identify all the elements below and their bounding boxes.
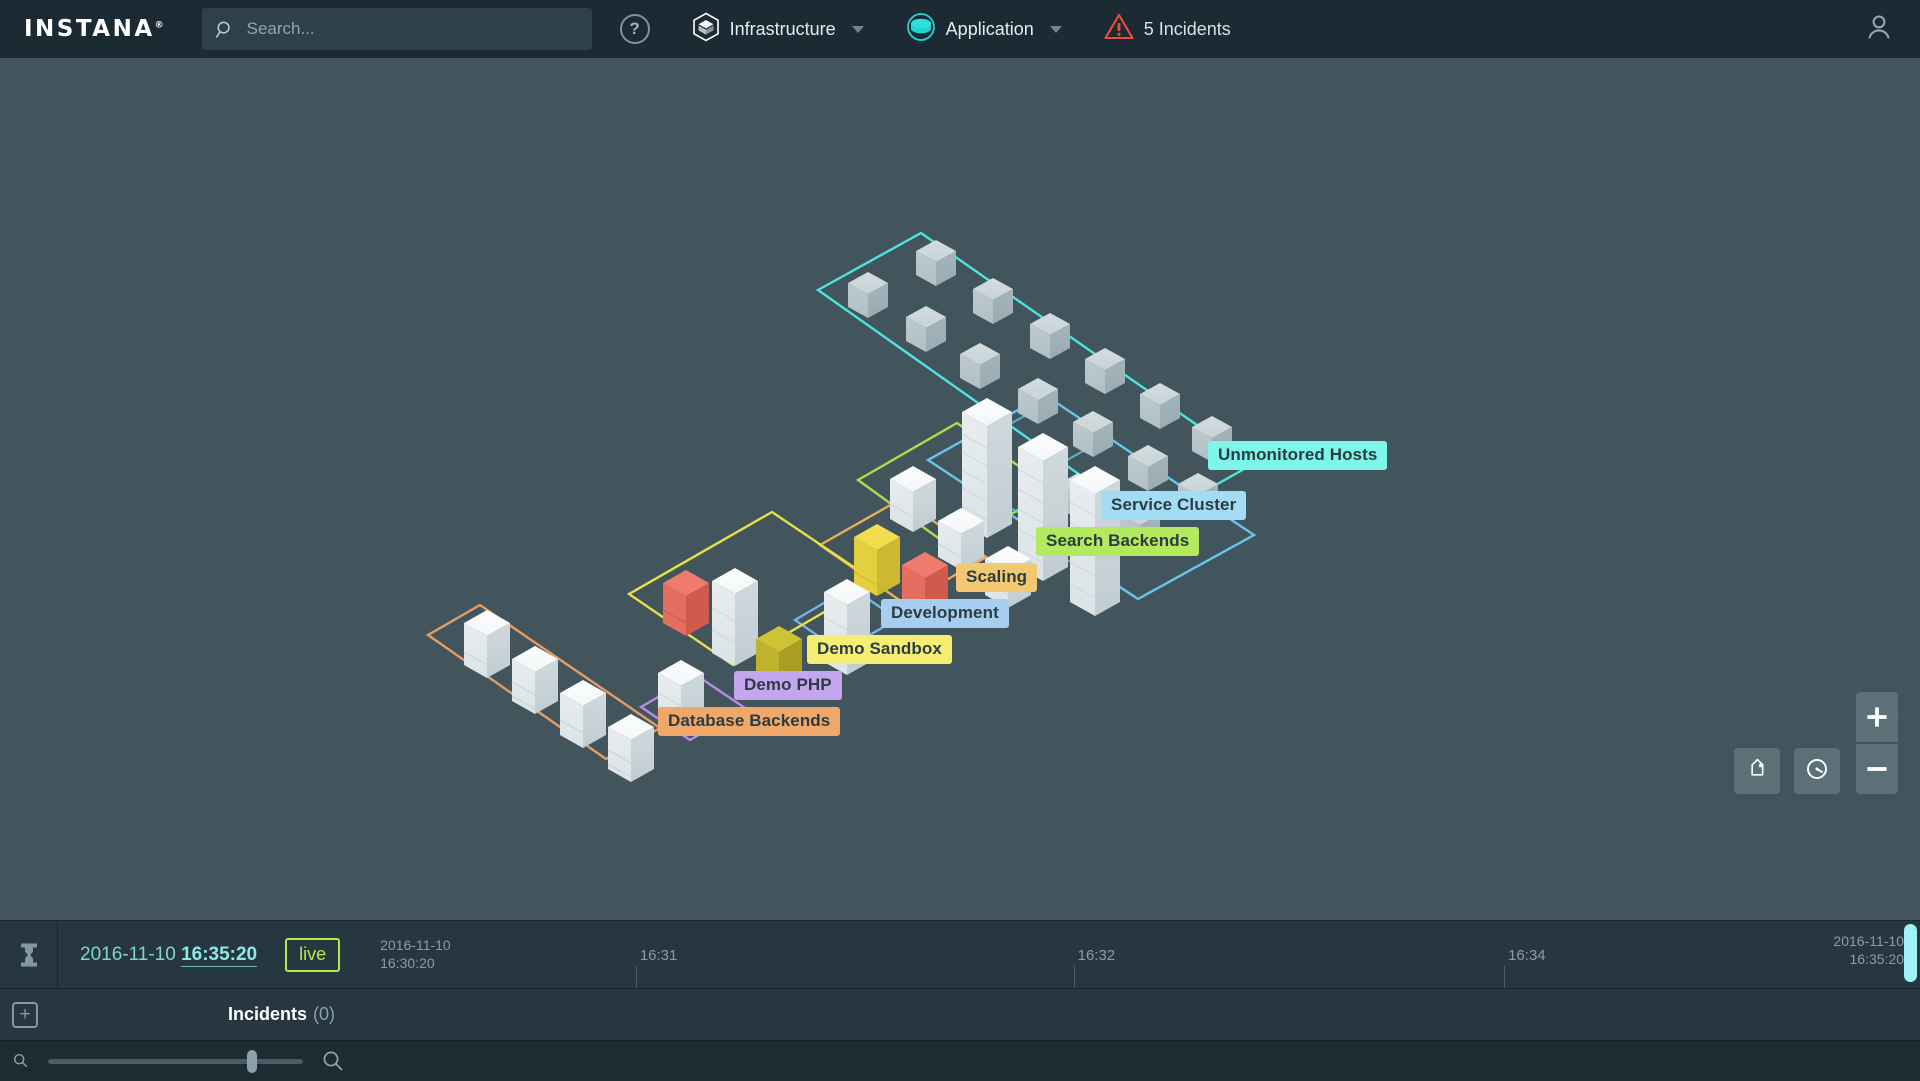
- hexagon-cube-icon: [692, 12, 720, 47]
- pin-icon: [16, 941, 42, 969]
- add-track-button[interactable]: +: [12, 1002, 38, 1028]
- timeline-range-start-date: 2016-11-10: [380, 937, 451, 955]
- group-label-search-backends[interactable]: Search Backends: [1036, 527, 1199, 556]
- timeline-pin-button[interactable]: [0, 921, 58, 988]
- chevron-down-icon-application[interactable]: [1050, 26, 1062, 33]
- group-label-development[interactable]: Development: [881, 599, 1009, 628]
- timeline-tick-label-2: 16:32: [1078, 947, 1116, 964]
- group-label-unmonitored-hosts[interactable]: Unmonitored Hosts: [1208, 441, 1387, 470]
- timeline-range-end-date: 2016-11-10: [1833, 932, 1904, 950]
- timeline-cursor-handle[interactable]: [1904, 924, 1917, 982]
- group-label-demo-php[interactable]: Demo PHP: [734, 671, 842, 700]
- group-label-service-cluster[interactable]: Service Cluster: [1101, 491, 1246, 520]
- group-label-scaling[interactable]: Scaling: [956, 563, 1037, 592]
- scale-slider-track[interactable]: [48, 1059, 303, 1064]
- gauge-view-button[interactable]: [1794, 748, 1840, 794]
- timeline-tick: [1504, 966, 1505, 988]
- user-avatar-icon[interactable]: [1864, 12, 1894, 47]
- timeline-current-date: 2016-11-10: [80, 944, 176, 965]
- search-box[interactable]: [202, 8, 592, 50]
- warning-triangle-icon: [1104, 13, 1134, 45]
- timeline-range-start: 2016-11-10 16:30:20: [380, 937, 451, 972]
- gauge-icon: [1805, 757, 1829, 786]
- help-button[interactable]: ?: [620, 14, 650, 44]
- scale-slider-knob[interactable]: [247, 1050, 257, 1073]
- zoom-in-button[interactable]: [1856, 692, 1898, 742]
- map-zoom-controls: [1856, 692, 1898, 794]
- timeline-track[interactable]: 16:31 16:32 16:34 2016-11-10 16:35:20: [461, 921, 1920, 988]
- timeline-range-start-time: 16:30:20: [380, 955, 451, 973]
- chevron-down-icon-infrastructure[interactable]: [852, 26, 864, 33]
- group-label-text: Development: [891, 603, 999, 622]
- magnifier-small-icon[interactable]: [12, 1052, 30, 1070]
- magnifier-large-icon[interactable]: [321, 1049, 345, 1073]
- timeline-tick: [1074, 966, 1075, 988]
- group-label-text: Unmonitored Hosts: [1218, 445, 1377, 464]
- group-label-text: Scaling: [966, 567, 1027, 586]
- incidents-title: Incidents (0): [228, 1004, 335, 1025]
- timeline-current-info: 2016-11-10 16:35:20 live 2016-11-10 16:3…: [58, 921, 451, 988]
- nav-item-infrastructure[interactable]: Infrastructure: [692, 0, 864, 58]
- tag-icon: [1745, 757, 1769, 786]
- timeline-range-end-time: 16:35:20: [1833, 950, 1904, 968]
- minus-icon: [1864, 756, 1890, 782]
- timeline-tick-label-1: 16:31: [640, 947, 678, 964]
- group-label-text: Demo Sandbox: [817, 639, 942, 658]
- timeline-range-end: 2016-11-10 16:35:20: [1833, 932, 1904, 968]
- group-label-demo-sandbox[interactable]: Demo Sandbox: [807, 635, 952, 664]
- timeline-current-time: 16:35:20: [181, 944, 257, 967]
- timeline-tick: [636, 966, 637, 988]
- search-input[interactable]: [247, 19, 578, 39]
- group-label-text: Database Backends: [668, 711, 830, 730]
- infrastructure-map-canvas[interactable]: Unmonitored Hosts Service Cluster Search…: [0, 58, 1920, 920]
- nav-item-incidents[interactable]: 5 Incidents: [1104, 0, 1231, 58]
- nav-item-application[interactable]: Application: [906, 0, 1062, 58]
- timeline-scale-bar: [0, 1040, 1920, 1081]
- nav-label-infrastructure: Infrastructure: [730, 19, 836, 40]
- database-backend-boxes: [464, 610, 654, 782]
- group-label-database-backends[interactable]: Database Backends: [658, 707, 840, 736]
- map-side-controls: [1734, 748, 1840, 794]
- isometric-scene: Unmonitored Hosts Service Cluster Search…: [0, 58, 1920, 920]
- logo-text: INSTANA: [24, 16, 155, 42]
- plus-icon: [1864, 704, 1890, 730]
- search-icon: [216, 20, 235, 39]
- cylinder-icon: [906, 12, 936, 47]
- logo-registered-mark: ®: [155, 20, 164, 30]
- instana-app-root: INSTANA® ? In: [0, 0, 1920, 1081]
- incidents-row: + Incidents (0): [0, 988, 1920, 1040]
- tag-filter-button[interactable]: [1734, 748, 1780, 794]
- isometric-scene-svg: [0, 58, 1920, 920]
- group-label-text: Demo PHP: [744, 675, 832, 694]
- help-label: ?: [629, 19, 639, 39]
- nav-label-application: Application: [946, 19, 1034, 40]
- timeline-tick-label-3: 16:34: [1508, 947, 1546, 964]
- live-mode-button[interactable]: live: [285, 938, 340, 972]
- instana-logo[interactable]: INSTANA®: [24, 16, 164, 42]
- group-label-text: Search Backends: [1046, 531, 1189, 550]
- timeline-current-timestamp[interactable]: 2016-11-10 16:35:20: [80, 944, 257, 966]
- timeline-bar: 2016-11-10 16:35:20 live 2016-11-10 16:3…: [0, 920, 1920, 988]
- zoom-out-button[interactable]: [1856, 744, 1898, 794]
- incidents-count: (0): [313, 1004, 335, 1024]
- add-track-label: +: [19, 1005, 30, 1024]
- top-navigation-bar: INSTANA® ? In: [0, 0, 1920, 58]
- group-label-text: Service Cluster: [1111, 495, 1236, 514]
- incidents-title-text: Incidents: [228, 1004, 307, 1024]
- nav-label-incidents: 5 Incidents: [1144, 19, 1231, 40]
